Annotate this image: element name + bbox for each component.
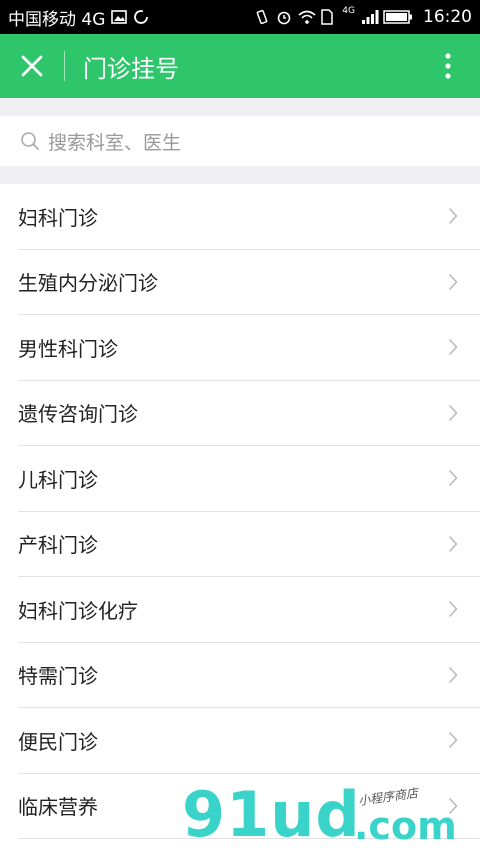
chevron-right-icon [448,470,458,487]
department-list: 妇科门诊 生殖内分泌门诊 男性科门诊 遗传咨询门诊 儿科门诊 产科门诊 妇科门诊… [0,184,480,839]
list-item-label: 产科门诊 [18,533,98,558]
alarm-icon [276,9,292,25]
list-item-label: 妇科门诊化疗 [18,598,138,623]
close-button[interactable] [0,34,64,98]
chevron-right-icon [448,601,458,618]
search-bar[interactable]: 搜索科室、医生 [0,116,480,166]
list-item[interactable]: 产科门诊 [18,512,480,577]
list-item[interactable]: 便民门诊 [18,708,480,774]
chevron-right-icon [448,208,458,225]
list-item-label: 生殖内分泌门诊 [18,271,158,296]
search-icon [21,132,39,150]
list-item[interactable]: 儿科门诊 [18,446,480,512]
more-vertical-icon [445,53,451,79]
clock-time: 16:20 [423,7,472,27]
list-item-label: 便民门诊 [18,729,98,754]
section-gap [0,166,480,184]
close-icon [21,55,43,77]
app-bar-divider [64,51,65,81]
section-gap [0,98,480,116]
chevron-right-icon [448,273,458,290]
chevron-right-icon [448,339,458,356]
list-item-label: 特需门诊 [18,664,98,689]
chevron-right-icon [448,404,458,421]
image-notification-icon [111,9,128,25]
list-item-label: 妇科门诊 [18,205,98,230]
sim-icon [320,9,336,25]
chevron-right-icon [448,535,458,552]
carrier-label: 中国移动 4G [8,9,106,30]
app-bar: 门诊挂号 [0,34,480,98]
vibrate-icon [254,9,270,25]
status-right: 4G 16:20 [254,6,472,27]
status-bar: 中国移动 4G 4G 16:20 [0,0,480,34]
list-item-label: 临床营养 [18,795,98,820]
chevron-right-icon [448,666,458,683]
search-placeholder: 搜索科室、医生 [48,131,182,154]
sync-icon [133,9,149,25]
list-item[interactable]: 遗传咨询门诊 [18,381,480,446]
list-item[interactable]: 生殖内分泌门诊 [18,250,480,315]
list-item-label: 儿科门诊 [18,467,98,492]
chevron-right-icon [448,797,458,814]
battery-icon [383,9,413,25]
list-item[interactable]: 妇科门诊 [18,184,480,250]
list-item-label: 男性科门诊 [18,336,118,361]
signal-icon [361,9,379,25]
list-item[interactable]: 临床营养 [18,774,480,839]
list-item[interactable]: 妇科门诊化疗 [18,577,480,643]
more-options-button[interactable] [416,34,480,98]
list-item[interactable]: 特需门诊 [18,643,480,708]
status-left: 中国移动 4G [8,5,149,30]
page-title: 门诊挂号 [83,54,179,83]
list-item-label: 遗传咨询门诊 [18,402,138,427]
network-type-label: 4G [342,6,355,16]
list-item[interactable]: 男性科门诊 [18,315,480,381]
chevron-right-icon [448,732,458,749]
wifi-icon [298,9,316,25]
